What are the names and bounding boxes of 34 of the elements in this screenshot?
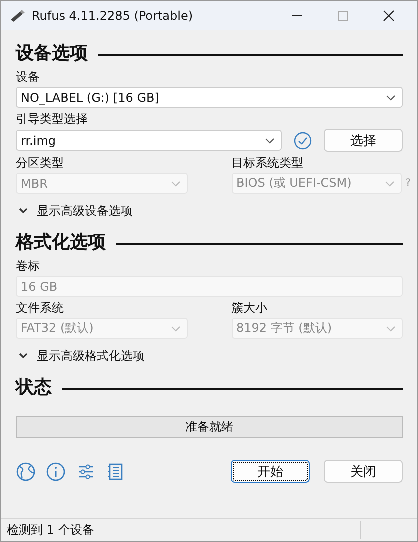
maximize-icon[interactable] bbox=[337, 10, 349, 22]
dropdown[interactable]: NO_LABEL (G:) [16 GB] bbox=[16, 87, 403, 108]
section-heading: 格式化选项 bbox=[16, 231, 106, 255]
field-label: 目标系统类型 bbox=[232, 155, 304, 172]
chevron-icon bbox=[170, 326, 180, 332]
field-label: 引导类型选择 bbox=[16, 111, 89, 128]
window-title: Rufus 4.11.2285 (Portable) bbox=[32, 8, 194, 22]
chevron-icon bbox=[386, 326, 396, 332]
field-label: 文件系统 bbox=[16, 300, 65, 317]
advanced-options-toggle[interactable]: 显示高级格式化选项 bbox=[16, 348, 403, 364]
chevron-icon bbox=[265, 138, 275, 144]
checkmark-icon[interactable] bbox=[294, 132, 312, 150]
action-button[interactable]: 开始 bbox=[231, 460, 310, 483]
select-button[interactable]: 选择 bbox=[324, 129, 403, 152]
action-button[interactable]: 关闭 bbox=[324, 460, 403, 483]
dropdown[interactable]: rr.img bbox=[16, 130, 282, 151]
status-text: 准备就绪 bbox=[186, 418, 234, 436]
status-bar-text: 检测到 1 个设备 bbox=[7, 522, 94, 538]
field-label: 分区类型 bbox=[16, 155, 65, 172]
chevron-icon bbox=[19, 208, 28, 214]
info-icon[interactable] bbox=[46, 462, 66, 482]
advanced-options-toggle[interactable]: 显示高级设备选项 bbox=[16, 203, 403, 219]
close-icon[interactable] bbox=[383, 10, 395, 22]
field-label: 设备 bbox=[16, 69, 41, 86]
section-heading: 设备选项 bbox=[16, 42, 88, 66]
settings-icon[interactable] bbox=[76, 462, 96, 482]
field-label: 卷标 bbox=[16, 258, 41, 275]
chevron-icon bbox=[170, 180, 180, 186]
field-label: 簇大小 bbox=[232, 300, 268, 317]
chevron-icon bbox=[19, 353, 28, 359]
chevron-icon bbox=[386, 94, 396, 100]
section-heading: 状态 bbox=[16, 376, 52, 400]
chevron-icon bbox=[384, 180, 395, 186]
globe-icon[interactable] bbox=[16, 462, 36, 482]
